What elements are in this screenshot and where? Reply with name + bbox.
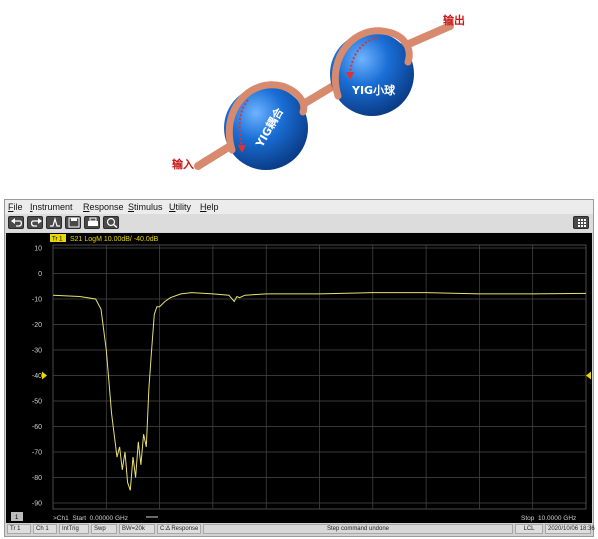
yig-small-sphere xyxy=(330,32,414,116)
status-message: Step command undone xyxy=(203,524,513,534)
y-tick-label: -30 xyxy=(32,348,42,355)
y-tick-label: -40 xyxy=(32,373,42,380)
redo-icon xyxy=(30,218,42,227)
status-trigger[interactable]: IntTrig xyxy=(59,524,89,534)
output-label: 输出 xyxy=(443,13,465,27)
status-sweep[interactable]: Swp xyxy=(91,524,117,534)
trace-badge-label: Tr 1 xyxy=(52,237,63,243)
plot-grid xyxy=(52,244,587,510)
input-label: 输入 xyxy=(172,157,194,171)
y-tick-label: 0 xyxy=(38,271,42,278)
undo-icon xyxy=(11,218,23,227)
menu-instrument[interactable]: Instrument xyxy=(30,202,73,212)
y-tick-labels: 10 0 -10 -20 -30 -40 -50 -60 -70 -80 -90 xyxy=(32,246,42,508)
preset-icon xyxy=(50,217,60,227)
undo-button[interactable] xyxy=(8,216,24,229)
trace-header: S21 LogM 10.00dB/ -40.0dB xyxy=(70,236,159,243)
yig-small-label: YIG小球 xyxy=(351,83,396,97)
menu-file[interactable]: File xyxy=(8,202,23,212)
save-icon xyxy=(68,217,80,228)
y-tick-label: -50 xyxy=(32,399,42,406)
toolbar xyxy=(5,214,593,232)
y-tick-label: -20 xyxy=(32,322,42,329)
print-button[interactable] xyxy=(84,216,100,229)
zoom-button[interactable] xyxy=(103,216,119,229)
print-icon xyxy=(88,217,98,226)
grid-menu-icon xyxy=(578,219,586,227)
status-bandwidth[interactable]: BW=20k xyxy=(119,524,155,534)
save-button[interactable] xyxy=(65,216,81,229)
reference-marker-left xyxy=(42,371,47,380)
status-bar: Tr 1 Ch 1 IntTrig Swp BW=20k C:Δ Respons… xyxy=(5,523,595,536)
y-tick-label: 10 xyxy=(34,246,42,253)
reference-marker-right xyxy=(586,371,591,380)
status-correction[interactable]: C:Δ Response xyxy=(157,524,201,534)
menu-utility[interactable]: Utility xyxy=(169,202,191,212)
zoom-icon xyxy=(106,217,118,228)
menu-stimulus[interactable]: Stimulus xyxy=(128,202,163,212)
stop-frequency: Stop 10.0000 GHz xyxy=(521,515,576,522)
menu-help[interactable]: Help xyxy=(200,202,219,212)
redo-button[interactable] xyxy=(27,216,43,229)
y-tick-label: -90 xyxy=(32,501,42,508)
y-tick-label: -70 xyxy=(32,450,42,457)
s21-plot[interactable]: 10 0 -10 -20 -30 -40 -50 -60 -70 -80 -90 Tr 1 S21 … xyxy=(6,233,592,523)
y-tick-label: -10 xyxy=(32,297,42,304)
status-datetime: 2020/10/06 18:36 xyxy=(545,524,595,534)
y-tick-label: -80 xyxy=(32,475,42,482)
status-lcl: LCL xyxy=(515,524,543,534)
start-frequency: >Ch1 Start 0.00000 GHz xyxy=(53,515,128,522)
vna-window: File Instrument Response Stimulus Utilit… xyxy=(4,199,595,537)
grid-menu-button[interactable] xyxy=(573,216,589,229)
yig-filter-illustration: 输出 输入 YIG小球 YIG耦合 xyxy=(172,13,465,171)
status-channel[interactable]: Ch 1 xyxy=(33,524,57,534)
menu-response[interactable]: Response xyxy=(83,202,124,212)
menu-bar: File Instrument Response Stimulus Utilit… xyxy=(5,200,593,214)
y-tick-label: -60 xyxy=(32,424,42,431)
preset-button[interactable] xyxy=(46,216,62,229)
status-trace[interactable]: Tr 1 xyxy=(7,524,31,534)
